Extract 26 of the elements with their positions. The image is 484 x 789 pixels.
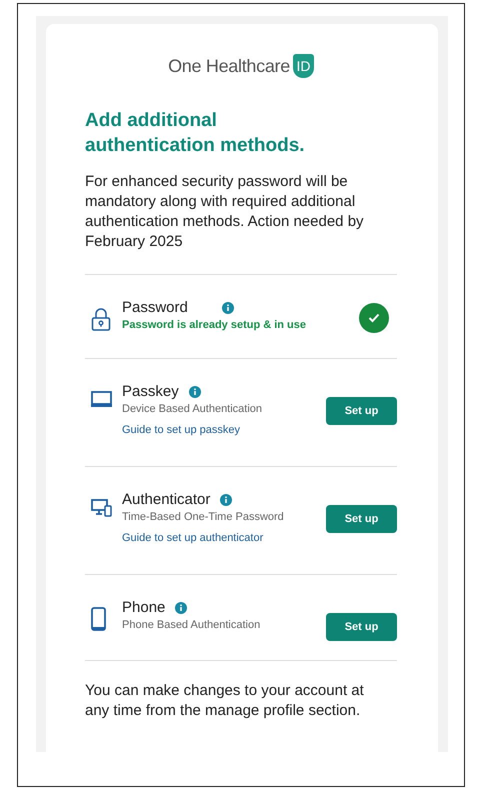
method-name: Passkey xyxy=(122,383,179,400)
method-description: Phone Based Authentication xyxy=(122,619,262,631)
method-name: Password xyxy=(122,299,188,316)
brand-name: One Healthcare xyxy=(168,56,290,76)
method-description: Time-Based One-Time Password xyxy=(122,511,285,523)
monitor-and-phone-icon xyxy=(91,499,112,517)
method-description: Device Based Authentication xyxy=(122,403,264,415)
monitor-icon xyxy=(91,391,112,408)
footer-text: You can make changes to your account at any time from the manage profile section. xyxy=(85,681,365,721)
guide-link[interactable]: Guide to set up passkey xyxy=(122,424,240,436)
status-text: Password is already setup & in use xyxy=(122,319,308,331)
set-up-button[interactable]: Set up xyxy=(326,397,397,425)
info-icon[interactable] xyxy=(222,302,234,314)
info-icon[interactable] xyxy=(220,494,232,506)
method-name: Authenticator xyxy=(122,491,210,508)
intro-text: For enhanced security password will be mandatory along with required additional authentication methods. Action needed by February 2025 xyxy=(85,172,365,252)
shield-logo: ID xyxy=(292,54,314,78)
set-up-button[interactable]: Set up xyxy=(326,613,397,641)
method-name: Phone xyxy=(122,599,166,616)
guide-link[interactable]: Guide to set up authenticator xyxy=(122,532,264,544)
lock-icon xyxy=(91,307,111,331)
page-title: Add additional authentication methods. xyxy=(85,109,306,158)
info-icon[interactable] xyxy=(175,602,188,614)
info-icon[interactable] xyxy=(188,386,201,398)
phone-icon xyxy=(91,607,106,631)
set-up-button[interactable]: Set up xyxy=(326,505,397,533)
